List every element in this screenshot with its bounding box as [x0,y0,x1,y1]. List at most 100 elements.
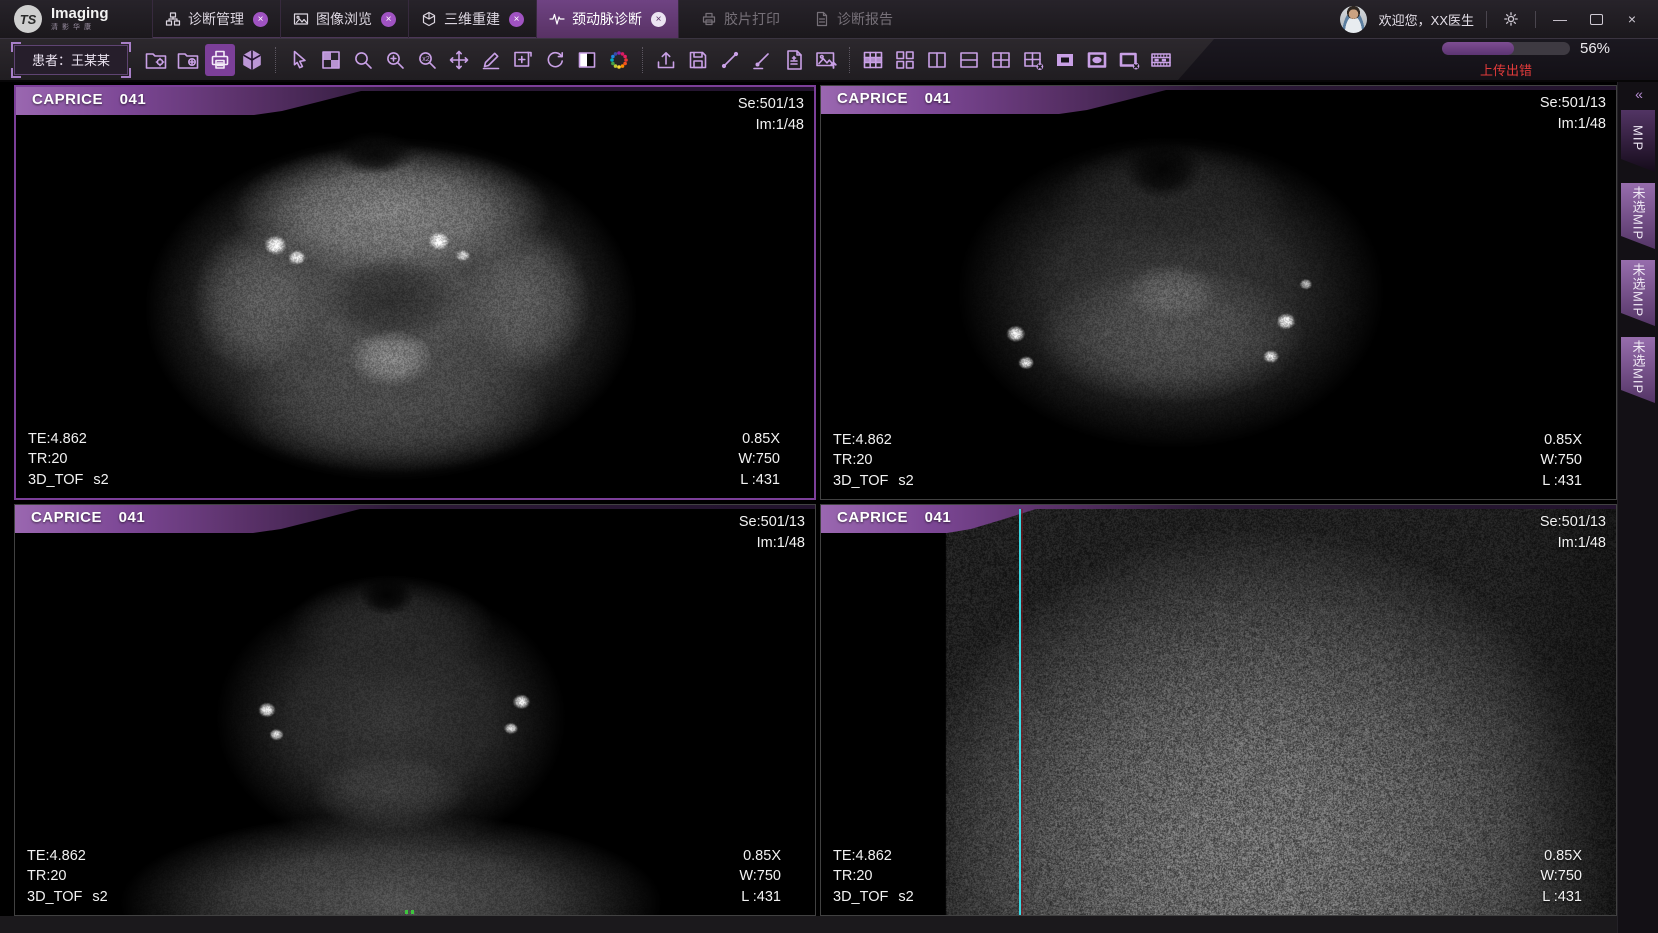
slice-position-line[interactable] [1019,509,1021,915]
viewport-1[interactable]: CAPRICE 041 Se:501/13Im:1/48 TE:4.862TR:… [14,85,816,500]
volume-3d-button[interactable] [237,44,267,76]
split-horizontal-button[interactable] [954,44,984,76]
filmstrip-button[interactable] [1146,44,1176,76]
series-info: Se:501/13Im:1/48 [1540,512,1606,553]
pan-icon [447,48,471,72]
annotate-button[interactable] [476,44,506,76]
display-info: 0.85XW:750L :431 [739,846,781,908]
sidebar-tab-4[interactable]: 未选MIP [1621,337,1655,403]
close-button[interactable]: × [1620,7,1644,31]
measure-line-button[interactable] [715,44,745,76]
rect-clear-button[interactable] [1114,44,1144,76]
sidebar-tab-1[interactable]: MIP [1621,110,1655,172]
report-add-button[interactable] [779,44,809,76]
viewport-2-image[interactable] [821,86,1616,499]
zoom-2x-button[interactable]: x2 [412,44,442,76]
viewport-3[interactable]: CAPRICE 041 Se:501/13Im:1/48 TE:4.862TR:… [14,504,816,916]
viewport-3-image[interactable] [15,505,815,915]
tab-6[interactable]: 诊断报告 [802,0,905,38]
grid-3x3-button[interactable] [858,44,888,76]
tab-close-icon[interactable]: × [381,12,396,27]
app-logo: TS [14,5,42,33]
settings-gear-icon[interactable] [1499,7,1523,31]
tab-label: 诊断管理 [188,9,244,29]
image-export-button[interactable] [811,44,841,76]
topbar-right: 欢迎您，XX医生 — × [1340,0,1658,38]
mip-sidebar: « MIP 未选MIP 未选MIP 未选MIP [1617,82,1658,933]
upload-percent: 56% [1580,40,1614,57]
acquisition-info: TE:4.862TR:203D_TOF s2 [28,429,109,491]
slice-marker [405,910,408,914]
magnify-icon [351,48,375,72]
open-study-add-icon [176,48,200,72]
tab-close-icon[interactable]: × [253,12,268,27]
app-window: TS Imaging 清影华康 诊断管理×图像浏览×三维重建×颈动脉诊断×胶片打… [0,0,1658,933]
open-study-settings-button[interactable] [141,44,171,76]
measure-baseline-button[interactable] [747,44,777,76]
cursor-button[interactable] [284,44,314,76]
viewport-4-image[interactable] [821,505,1616,915]
tab-label: 诊断报告 [837,9,893,29]
tab-label: 胶片打印 [724,9,780,29]
tab-1[interactable]: 诊断管理 × [152,0,280,38]
report-add-icon [782,48,806,72]
maximize-button[interactable] [1584,7,1608,31]
tab-close-icon[interactable]: × [509,12,524,27]
invert-button[interactable] [572,44,602,76]
grid-2x2-button[interactable] [986,44,1016,76]
patient-field[interactable]: 患者：王某某 [14,45,128,75]
grid-clear-icon [1021,48,1045,72]
grid-2x2-small-button[interactable] [890,44,920,76]
invert-icon [575,48,599,72]
display-info: 0.85XW:750L :431 [738,429,780,491]
layout-checker-button[interactable] [316,44,346,76]
color-palette-button[interactable] [604,44,634,76]
shape-ellipse-button[interactable] [1082,44,1112,76]
hierarchy-icon [165,11,181,27]
tab-3[interactable]: 三维重建× [408,0,536,38]
sidebar-tab-2[interactable]: 未选MIP [1621,183,1655,249]
pan-button[interactable] [444,44,474,76]
minimize-button[interactable]: — [1548,7,1572,31]
image-icon [293,11,309,27]
app-brand: TS Imaging 清影华康 [0,0,152,38]
add-roi-button[interactable] [508,44,538,76]
zoom-in-button[interactable] [380,44,410,76]
tab-close-icon[interactable]: × [651,12,666,27]
volume-3d-icon [240,48,264,72]
image-export-icon [814,48,838,72]
save-button[interactable] [683,44,713,76]
shape-rect-icon [1053,48,1077,72]
viewport-4[interactable]: CAPRICE 041 Se:501/13Im:1/48 TE:4.862TR:… [820,504,1617,916]
collapse-sidebar-button[interactable]: « [1618,86,1658,102]
rotate-button[interactable] [540,44,570,76]
viewport-2[interactable]: CAPRICE 041 Se:501/13Im:1/48 TE:4.862TR:… [820,85,1617,500]
printer-icon [701,11,717,27]
viewport-grid: CAPRICE 041 Se:501/13Im:1/48 TE:4.862TR:… [0,82,1658,933]
upload-progress-fill [1442,42,1514,55]
split-vertical-button[interactable] [922,44,952,76]
grid-clear-button[interactable] [1018,44,1048,76]
tab-2[interactable]: 图像浏览 × [280,0,408,38]
rect-clear-icon [1117,48,1141,72]
print-icon [208,48,232,72]
viewport-1-image[interactable] [16,87,814,498]
divider [1535,11,1536,28]
magnify-button[interactable] [348,44,378,76]
shape-rect-button[interactable] [1050,44,1080,76]
upload-button[interactable] [651,44,681,76]
sidebar-tab-3[interactable]: 未选MIP [1621,260,1655,326]
open-study-settings-icon [144,48,168,72]
tab-label: 图像浏览 [316,9,372,29]
print-button[interactable] [205,44,235,76]
cursor-icon [287,48,311,72]
user-avatar [1340,6,1367,33]
rotate-icon [543,48,567,72]
tab-5[interactable]: 胶片打印 [689,0,792,38]
annotate-icon [479,48,503,72]
tab-4[interactable]: 颈动脉诊断× [536,0,679,38]
open-study-add-button[interactable] [173,44,203,76]
waveform-icon [549,11,565,27]
split-vertical-icon [925,48,949,72]
zoom-in-icon [383,48,407,72]
